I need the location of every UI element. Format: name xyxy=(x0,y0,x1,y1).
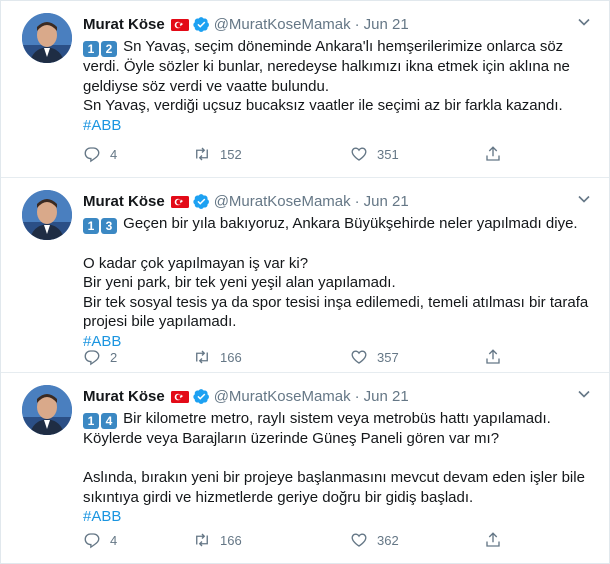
retweet-button[interactable]: 152 xyxy=(193,144,242,164)
like-button[interactable]: 351 xyxy=(350,144,399,164)
hashtag-link[interactable]: #ABB xyxy=(83,117,121,134)
tweet-text: 13 Geçen bir yıla bakıyoruz, Ankara Büyü… xyxy=(83,214,595,351)
verified-badge-icon xyxy=(193,193,210,210)
retweet-button[interactable]: 166 xyxy=(193,347,242,367)
keycap-digit: 1 xyxy=(83,218,99,234)
share-button[interactable] xyxy=(484,347,502,367)
retweet-count: 152 xyxy=(220,146,242,162)
retweet-count: 166 xyxy=(220,532,242,548)
retweet-icon xyxy=(196,147,208,161)
tweet-line-text: Bir kilometre metro, raylı sistem veya m… xyxy=(123,410,551,427)
avatar[interactable] xyxy=(22,385,72,435)
tweet-header: Murat Köse @MuratKoseMamak · Jun 21 xyxy=(83,386,409,406)
heart-icon xyxy=(351,147,367,161)
turkey-flag-icon xyxy=(170,195,189,208)
tweet-line: projesi bile yapılamadı. xyxy=(83,313,237,330)
keycap-digit: 3 xyxy=(101,218,117,234)
share-icon xyxy=(486,532,500,547)
retweet-count: 166 xyxy=(220,349,242,365)
reply-button[interactable]: 4 xyxy=(83,144,117,164)
tweet-header: Murat Köse @MuratKoseMamak · Jun 21 xyxy=(83,191,409,211)
author-name[interactable]: Murat Köse xyxy=(83,16,165,33)
tweet-line: Aslında, bırakın yeni bir projeye başlan… xyxy=(83,469,585,486)
author-handle[interactable]: @MuratKoseMamak xyxy=(214,388,351,405)
reply-count: 2 xyxy=(110,349,118,365)
reply-count: 4 xyxy=(110,146,118,162)
tweet-actions: 2 166 357 xyxy=(83,347,513,367)
keycap-digit: 2 xyxy=(101,41,117,57)
retweet-button[interactable]: 166 xyxy=(193,530,242,550)
keycap-digit: 4 xyxy=(101,413,117,429)
like-count: 362 xyxy=(377,532,399,548)
author-handle[interactable]: @MuratKoseMamak xyxy=(214,193,351,210)
tweet-line: 13 Geçen bir yıla bakıyoruz, Ankara Büyü… xyxy=(83,214,595,234)
share-icon xyxy=(486,349,500,364)
keycap-digit: 1 xyxy=(83,41,99,57)
turkey-flag-icon xyxy=(170,18,189,31)
keycap-digit: 1 xyxy=(83,413,99,429)
separator-dot: · xyxy=(354,387,360,405)
tweet-line-text: Sn Yavaş, seçim döneminde Ankara'lı hemş… xyxy=(123,38,564,55)
tweet[interactable]: Murat Köse @MuratKoseMamak · Jun 21 13 G… xyxy=(1,178,609,373)
like-count: 351 xyxy=(377,146,399,162)
avatar[interactable] xyxy=(22,190,72,240)
turkey-flag-icon xyxy=(170,390,189,403)
share-button[interactable] xyxy=(484,530,502,550)
reply-icon xyxy=(84,350,100,366)
tweet-line: 12 Sn Yavaş, seçim döneminde Ankara'lı h… xyxy=(83,37,595,57)
tweet-text: 14 Bir kilometre metro, raylı sistem vey… xyxy=(83,409,595,527)
avatar[interactable] xyxy=(22,13,72,63)
tweet-actions: 4 166 362 xyxy=(83,530,513,550)
tweet-date[interactable]: Jun 21 xyxy=(364,16,409,33)
tweet-date[interactable]: Jun 21 xyxy=(364,388,409,405)
chevron-down-icon[interactable] xyxy=(577,192,591,206)
tweet-line-text: Geçen bir yıla bakıyoruz, Ankara Büyükşe… xyxy=(123,215,578,232)
heart-icon xyxy=(351,350,367,364)
reply-icon xyxy=(84,533,100,549)
tweet-line: Köylerde veya Barajların üzerinde Güneş … xyxy=(83,430,500,447)
retweet-icon xyxy=(196,533,208,547)
reply-icon xyxy=(84,147,100,163)
separator-dot: · xyxy=(354,192,360,210)
like-button[interactable]: 362 xyxy=(350,530,399,550)
tweet[interactable]: Murat Köse @MuratKoseMamak · Jun 21 12 S… xyxy=(1,1,609,178)
tweet-line: geldiyse söz verdi ve vaatte bulundu. xyxy=(83,77,329,95)
tweet-actions: 4 152 351 xyxy=(83,144,513,164)
tweet-line: Bir tek sosyal tesis ya da spor tesisi i… xyxy=(83,293,589,311)
author-handle[interactable]: @MuratKoseMamak xyxy=(214,16,351,33)
tweet-line: Sn Yavaş, verdiği uçsuz bucaksız vaatler… xyxy=(83,97,563,114)
verified-badge-icon xyxy=(193,16,210,33)
tweet-date[interactable]: Jun 21 xyxy=(364,193,409,210)
chevron-down-icon[interactable] xyxy=(577,15,591,29)
hashtag-link[interactable]: #ABB xyxy=(83,508,121,525)
tweet-line: verdi. Öyle sözler ki bunlar, neredeyse … xyxy=(83,58,570,75)
share-icon xyxy=(486,146,500,161)
like-count: 357 xyxy=(377,349,399,365)
share-button[interactable] xyxy=(484,144,502,164)
tweet[interactable]: Murat Köse @MuratKoseMamak · Jun 21 14 B… xyxy=(1,373,609,563)
tweet-line: sıkıntıya girdi ve hizmetlerde geriye do… xyxy=(83,488,474,506)
reply-button[interactable]: 4 xyxy=(83,530,117,550)
heart-icon xyxy=(351,533,367,547)
tweet-line: 14 Bir kilometre metro, raylı sistem vey… xyxy=(83,409,595,429)
tweet-text: 12 Sn Yavaş, seçim döneminde Ankara'lı h… xyxy=(83,37,595,135)
author-name[interactable]: Murat Köse xyxy=(83,193,165,210)
reply-button[interactable]: 2 xyxy=(83,347,117,367)
separator-dot: · xyxy=(354,15,360,33)
author-name[interactable]: Murat Köse xyxy=(83,388,165,405)
like-button[interactable]: 357 xyxy=(350,347,399,367)
chevron-down-icon[interactable] xyxy=(577,387,591,401)
retweet-icon xyxy=(196,350,208,364)
tweet-timeline: Murat Köse @MuratKoseMamak · Jun 21 12 S… xyxy=(0,0,610,564)
reply-count: 4 xyxy=(110,532,118,548)
tweet-header: Murat Köse @MuratKoseMamak · Jun 21 xyxy=(83,14,409,34)
tweet-line: O kadar çok yapılmayan iş var ki? xyxy=(83,254,309,272)
tweet-line: Bir yeni park, bir tek yeni yeşil alan y… xyxy=(83,274,396,291)
verified-badge-icon xyxy=(193,388,210,405)
